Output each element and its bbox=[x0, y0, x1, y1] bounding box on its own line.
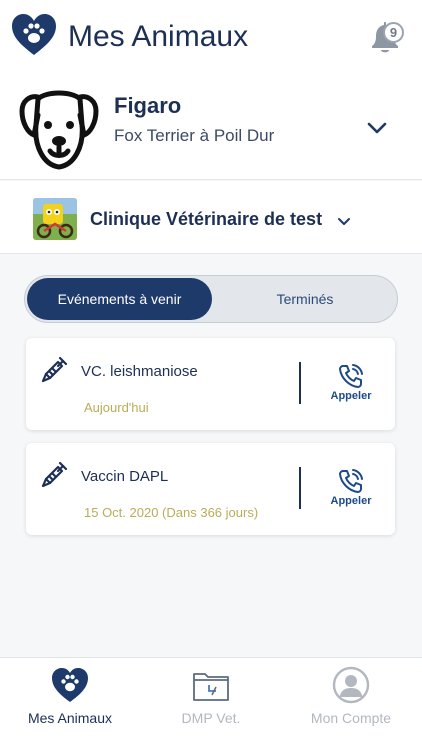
call-button[interactable]: Appeler bbox=[324, 390, 378, 402]
tab-label: Mon Compte bbox=[310, 710, 392, 726]
tab-mes-animaux[interactable]: Mes Animaux bbox=[0, 658, 140, 750]
folder-icon bbox=[193, 673, 229, 701]
events-segmented-control: Evénements à venir Terminés bbox=[24, 275, 398, 323]
event-title: Vaccin DAPL bbox=[81, 468, 169, 485]
pet-name: Figaro bbox=[114, 93, 182, 118]
notification-badge: 9 bbox=[383, 22, 404, 43]
pet-selector[interactable]: Figaro Fox Terrier à Poil Dur bbox=[0, 76, 422, 180]
syringe-icon bbox=[41, 461, 68, 488]
tab-mon-compte[interactable]: Mon Compte bbox=[281, 658, 421, 750]
bottom-tab-bar: Mes Animaux DMP Vet. Mon Compte bbox=[0, 657, 422, 750]
heart-paw-logo-icon bbox=[12, 14, 56, 55]
event-date: 15 Oct. 2020 (Dans 366 jours) bbox=[84, 505, 259, 520]
pet-breed: Fox Terrier à Poil Dur bbox=[114, 126, 275, 145]
event-card[interactable]: Vaccin DAPL 15 Oct. 2020 (Dans 366 jours… bbox=[26, 443, 395, 535]
tab-dmp-vet[interactable]: DMP Vet. bbox=[141, 658, 281, 750]
chevron-down-icon[interactable] bbox=[366, 120, 388, 136]
event-date: Aujourd'hui bbox=[84, 400, 149, 415]
clinic-selector[interactable]: Clinique Vétérinaire de test bbox=[0, 181, 422, 254]
event-title: VC. leishmaniose bbox=[81, 363, 198, 380]
tab-label: DMP Vet. bbox=[181, 710, 241, 726]
call-button[interactable]: Appeler bbox=[324, 495, 378, 507]
page-title: Mes Animaux bbox=[68, 20, 249, 53]
clinic-thumbnail-image bbox=[33, 198, 77, 240]
tab-label: Mes Animaux bbox=[27, 710, 113, 726]
clinic-name: Clinique Vétérinaire de test bbox=[90, 209, 323, 229]
heart-paw-icon bbox=[52, 668, 88, 702]
phone-call-icon[interactable] bbox=[337, 362, 365, 390]
tab-completed-events[interactable]: Terminés bbox=[215, 278, 395, 320]
phone-call-icon[interactable] bbox=[337, 467, 365, 495]
divider bbox=[299, 362, 301, 404]
dog-avatar-icon bbox=[19, 90, 99, 170]
app-header: Mes Animaux 9 bbox=[0, 0, 422, 76]
account-icon bbox=[332, 666, 370, 704]
event-card[interactable]: VC. leishmaniose Aujourd'hui Appeler bbox=[26, 338, 395, 430]
divider bbox=[299, 467, 301, 509]
chevron-down-icon[interactable] bbox=[336, 216, 352, 228]
syringe-icon bbox=[41, 356, 68, 383]
tab-upcoming-events[interactable]: Evénements à venir bbox=[27, 278, 212, 320]
